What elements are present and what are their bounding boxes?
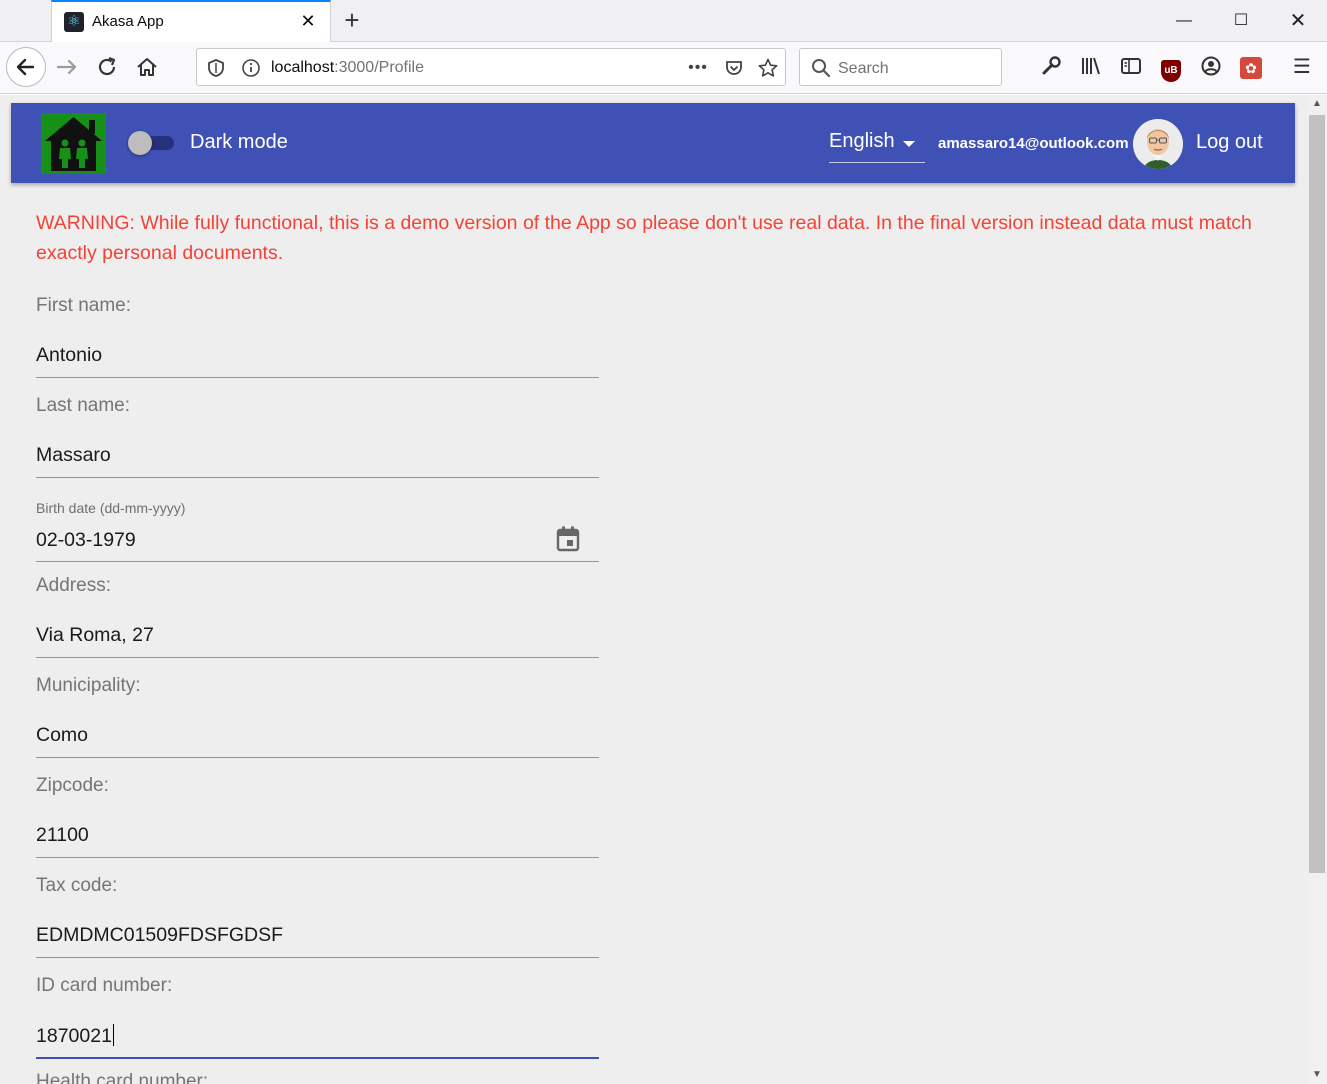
language-select[interactable]: English [829,129,925,163]
field-underline [36,1057,599,1059]
field-underline [36,377,599,378]
url-text[interactable]: localhost:3000/Profile [271,59,424,77]
tax-code-input[interactable]: EDMDMC01509FDSFGDSF [36,924,283,947]
back-button[interactable] [6,47,46,87]
toggle-thumb [128,131,152,155]
search-icon [812,59,831,78]
language-value: English [829,130,895,152]
search-input[interactable]: Search [838,60,889,78]
shield-icon[interactable] [205,57,227,79]
window-close-button[interactable]: ✕ [1270,0,1326,42]
app-header: Dark mode English amassaro14@outlook.com… [11,103,1295,183]
reload-icon [98,56,116,76]
field-underline [36,957,599,958]
field-underline [36,657,599,658]
app-logo[interactable] [41,113,106,174]
extension-icon[interactable]: ✿ [1238,54,1264,80]
url-path: :3000/Profile [334,59,424,76]
id-card-label: ID card number: [36,975,173,996]
scroll-up-icon[interactable]: ▲ [1307,95,1327,113]
text-caret [112,1024,114,1046]
window-maximize-button[interactable]: ☐ [1213,0,1269,42]
scroll-thumb[interactable] [1309,115,1325,873]
window-minimize-button[interactable]: — [1156,0,1212,42]
url-host: localhost [271,59,335,76]
zipcode-input[interactable]: 21100 [36,824,89,847]
id-card-input[interactable]: 1870021 [36,1024,114,1048]
municipality-input[interactable]: Como [36,724,88,747]
logout-button[interactable]: Log out [1196,131,1263,154]
tab-title: Akasa App [92,13,164,30]
tab-close-icon[interactable]: ✕ [296,9,320,33]
wrench-icon[interactable] [1038,54,1064,80]
dark-mode-toggle[interactable] [128,131,176,155]
field-underline [36,477,599,478]
field-underline [36,561,599,562]
page-viewport: Dark mode English amassaro14@outlook.com… [0,95,1307,1084]
birth-date-label: Birth date (dd-mm-yyyy) [36,500,186,516]
react-favicon-icon: ⚛ [64,12,84,32]
first-name-input[interactable]: Antonio [36,344,102,367]
scroll-down-icon[interactable]: ▼ [1307,1066,1327,1084]
user-email: amassaro14@outlook.com [938,135,1129,152]
new-tab-button[interactable]: + [338,6,366,34]
browser-tab[interactable]: ⚛ Akasa App ✕ [51,0,331,42]
search-bar[interactable]: Search [799,48,1002,86]
demo-warning: WARNING: While fully functional, this is… [36,212,1252,264]
first-name-label: First name: [36,295,132,316]
info-icon[interactable] [240,57,262,79]
back-arrow-icon [16,58,35,76]
more-icon[interactable]: ••• [687,57,709,79]
last-name-input[interactable]: Massaro [36,444,111,467]
address-label: Address: [36,575,111,596]
home-icon [137,58,157,76]
field-underline [36,757,599,758]
address-input[interactable]: Via Roma, 27 [36,624,154,647]
menu-icon[interactable]: ☰ [1289,54,1315,80]
ublock-icon[interactable]: uB [1158,54,1184,82]
avatar[interactable] [1133,119,1183,169]
browser-nav-bar: localhost:3000/Profile ••• Search uB ✿ ☰ [0,42,1327,94]
zipcode-label: Zipcode: [36,775,109,796]
page-scrollbar[interactable]: ▲ ▼ [1307,95,1327,1084]
star-icon[interactable] [757,57,779,79]
account-icon[interactable] [1198,54,1224,80]
health-card-label: Health card number: [36,1071,209,1084]
browser-tab-bar: ⚛ Akasa App ✕ + — ☐ ✕ [0,0,1327,42]
forward-button[interactable] [52,52,82,82]
url-bar[interactable]: localhost:3000/Profile ••• [196,48,786,86]
field-underline [36,857,599,858]
tax-code-label: Tax code: [36,875,118,896]
calendar-icon[interactable] [555,525,581,553]
birth-date-input[interactable]: 02-03-1979 [36,529,136,552]
id-card-value: 1870021 [36,1025,112,1047]
home-button[interactable] [132,52,162,82]
sidebar-icon[interactable] [1118,54,1144,80]
pocket-icon[interactable] [723,57,745,79]
reload-button[interactable] [92,52,122,82]
last-name-label: Last name: [36,395,130,416]
municipality-label: Municipality: [36,675,141,696]
chevron-down-icon [903,141,915,147]
library-icon[interactable] [1078,54,1104,80]
forward-arrow-icon [56,59,77,75]
dark-mode-label: Dark mode [190,131,288,153]
